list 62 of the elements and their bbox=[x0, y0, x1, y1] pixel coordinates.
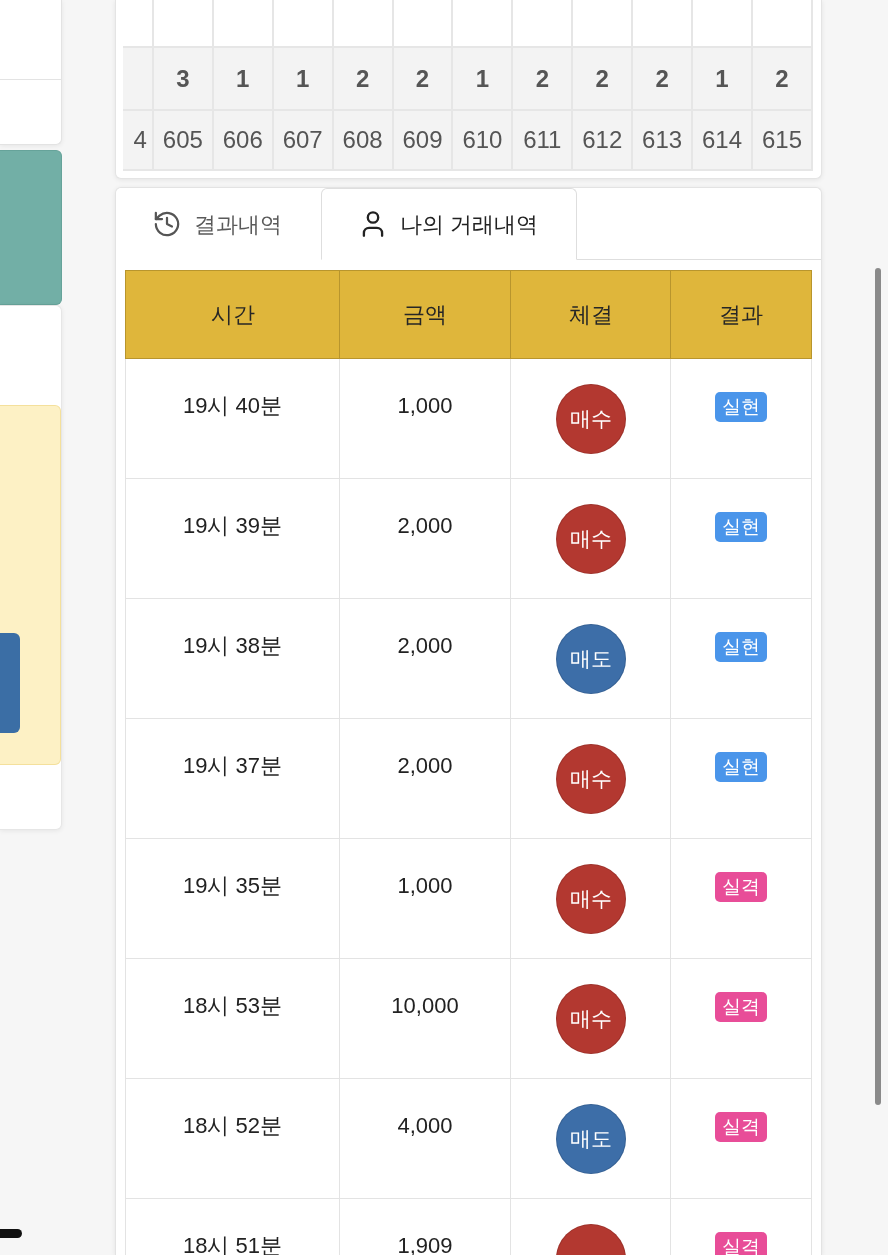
table-cell: 2,000 bbox=[339, 598, 511, 719]
grid-cell: 614 bbox=[692, 110, 752, 170]
grid-cell: 613 bbox=[632, 110, 693, 170]
grid-cell: 1 bbox=[452, 47, 513, 110]
grid-cell: 3 bbox=[152, 47, 213, 110]
result-tag: 실격 bbox=[715, 992, 767, 1022]
grid-cell: 612 bbox=[572, 110, 633, 170]
grid-cell: 611 bbox=[512, 110, 573, 170]
grid-cell: 2 bbox=[332, 47, 393, 110]
result-tag: 실현 bbox=[715, 512, 767, 542]
grid-cell: 606 bbox=[212, 110, 273, 170]
result-tag: 실현 bbox=[715, 632, 767, 662]
result-tag: 실현 bbox=[715, 392, 767, 422]
tab[interactable]: 나의 거래내역 bbox=[321, 188, 578, 260]
grid-cell: 610 bbox=[452, 110, 513, 170]
table-cell: 19시 35분 bbox=[125, 838, 340, 959]
history-icon bbox=[154, 211, 180, 237]
trade-side-badge: 매수 bbox=[555, 984, 626, 1054]
grid-cell: 1 bbox=[212, 47, 273, 110]
column-header: 체결 bbox=[510, 270, 671, 359]
grid-cell: 2 bbox=[752, 47, 812, 110]
grid-cell: 605 bbox=[152, 110, 213, 170]
grid-cell: 2 bbox=[572, 47, 633, 110]
trade-side-badge: 매도 bbox=[555, 1104, 626, 1174]
table-cell: 18시 52분 bbox=[125, 1078, 340, 1199]
result-tag: 실격 bbox=[715, 872, 767, 902]
dash-icon bbox=[0, 1229, 22, 1238]
table-cell: 1,909 bbox=[339, 1198, 511, 1255]
grid-cell: 1 bbox=[272, 47, 333, 110]
person-icon bbox=[360, 211, 386, 237]
column-header: 시간 bbox=[125, 270, 340, 359]
table-cell: 2,000 bbox=[339, 478, 511, 599]
table-cell: 19시 37분 bbox=[125, 718, 340, 839]
table-cell: 10,000 bbox=[339, 958, 511, 1079]
grid-cell: 608 bbox=[332, 110, 393, 170]
grid-cell: 607 bbox=[272, 110, 333, 170]
table-cell: 19시 40분 bbox=[125, 358, 340, 479]
tab[interactable]: 결과내역 bbox=[116, 188, 321, 260]
table-cell: 2,000 bbox=[339, 718, 511, 839]
grid-cell: 2 bbox=[632, 47, 693, 110]
column-header: 금액 bbox=[339, 270, 511, 359]
grid-cell: 1 bbox=[692, 47, 752, 110]
trade-side-badge: 매수 bbox=[555, 744, 626, 814]
table-cell: 18시 53분 bbox=[125, 958, 340, 1079]
grid-cell: 2 bbox=[512, 47, 573, 110]
grid-cell: 615 bbox=[752, 110, 812, 170]
grid-cell: 4 bbox=[123, 110, 153, 170]
table-cell: 1,000 bbox=[339, 358, 511, 479]
grid-cell: 609 bbox=[392, 110, 453, 170]
trade-side-badge: 매수 bbox=[555, 504, 626, 574]
table-cell: 4,000 bbox=[339, 1078, 511, 1199]
trade-side-badge: 매도 bbox=[555, 624, 626, 694]
table-cell: 1,000 bbox=[339, 838, 511, 959]
result-tag: 실격 bbox=[715, 1112, 767, 1142]
column-header: 결과 bbox=[670, 270, 812, 359]
grid-cell: 2 bbox=[392, 47, 453, 110]
trade-side-badge: 매수 bbox=[555, 384, 626, 454]
table-cell: 19시 39분 bbox=[125, 478, 340, 599]
action-button[interactable] bbox=[0, 633, 20, 733]
result-tag: 실현 bbox=[715, 752, 767, 782]
trade-side-badge: 매수 bbox=[555, 864, 626, 934]
table-cell: 19시 38분 bbox=[125, 598, 340, 719]
